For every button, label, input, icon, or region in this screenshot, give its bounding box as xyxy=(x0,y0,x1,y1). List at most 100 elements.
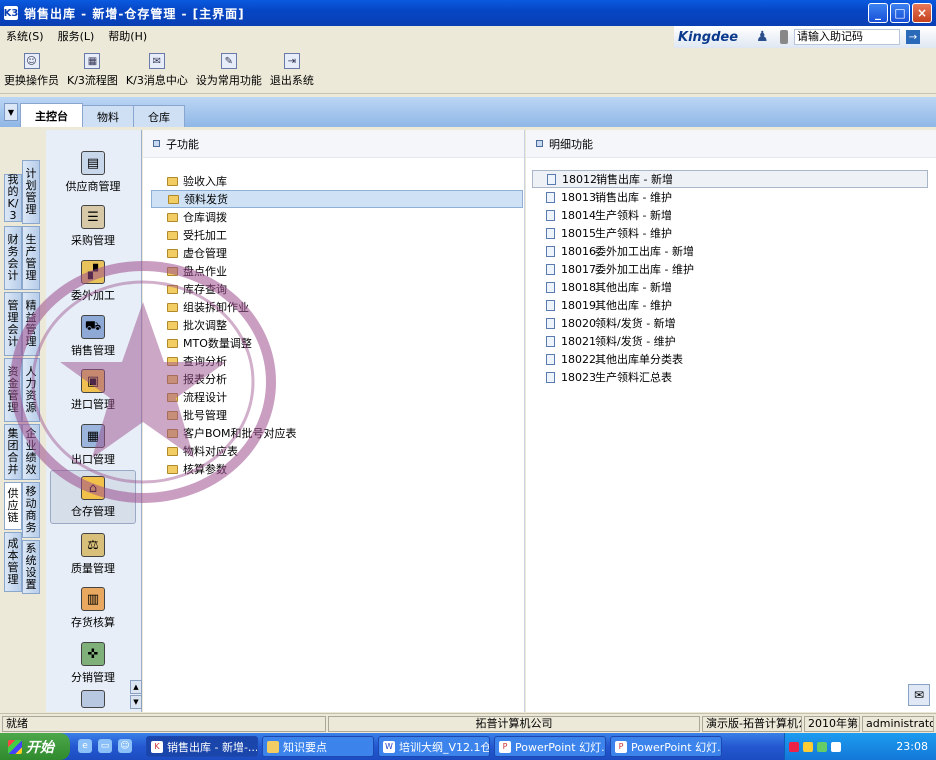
detail-function-item[interactable]: 18014 生产领料 - 新增 xyxy=(532,206,928,224)
go-arrow-icon[interactable]: → xyxy=(906,30,920,44)
vtab-cost[interactable]: 成本管理 xyxy=(4,532,22,592)
detail-function-item[interactable]: 18013 销售出库 - 维护 xyxy=(532,188,928,206)
vtab-planning[interactable]: 计划管理 xyxy=(22,160,40,224)
folder-icon xyxy=(167,392,178,402)
menu-service[interactable]: 服务(L) xyxy=(58,28,95,44)
set-favorite-button[interactable]: ✎ 设为常用功能 xyxy=(196,53,262,88)
menu-system[interactable]: 系统(S) xyxy=(6,28,44,44)
sub-function-item[interactable]: 核算参数 xyxy=(151,460,523,478)
sub-function-item[interactable]: 盘点作业 xyxy=(151,262,523,280)
taskbar-item-powerpoint-1[interactable]: P PowerPoint 幻灯... xyxy=(494,736,606,757)
maximize-button[interactable]: □ xyxy=(890,3,910,23)
tray-notify-icon[interactable] xyxy=(803,741,813,752)
warehouse-icon: ⌂ xyxy=(81,476,105,500)
module-next-partial[interactable] xyxy=(50,690,136,712)
sub-function-item[interactable]: 客户BOM和批号对应表 xyxy=(151,424,523,442)
sub-function-item[interactable]: 库存查询 xyxy=(151,280,523,298)
close-button[interactable]: × xyxy=(912,3,932,23)
user-switch-icon: ☺ xyxy=(23,53,40,69)
sub-function-item[interactable]: 领料发货 xyxy=(151,190,523,208)
sub-function-item[interactable]: 组装拆卸作业 xyxy=(151,298,523,316)
taskbar-item-powerpoint-2[interactable]: P PowerPoint 幻灯... xyxy=(610,736,722,757)
detail-function-item[interactable]: 18015 生产领料 - 维护 xyxy=(532,224,928,242)
detail-function-item[interactable]: 18020 领料/发货 - 新增 xyxy=(532,314,928,332)
sub-function-item[interactable]: 查询分析 xyxy=(151,352,523,370)
vtab-hr[interactable]: 人力资源 xyxy=(22,358,40,422)
tray-network-icon[interactable] xyxy=(817,741,827,752)
sub-function-item[interactable]: 报表分析 xyxy=(151,370,523,388)
mnemonic-input[interactable]: 请输入助记码 xyxy=(794,29,900,45)
module-inventory-accounting[interactable]: ▥ 存货核算 xyxy=(50,580,136,634)
document-icon xyxy=(546,263,555,275)
brand-area: Kingdee ♟ 请输入助记码 → xyxy=(674,26,936,48)
sub-function-item[interactable]: 验收入库 xyxy=(151,172,523,190)
module-supplier[interactable]: ▤ 供应商管理 xyxy=(50,144,136,198)
sub-function-item[interactable]: MTO数量调整 xyxy=(151,334,523,352)
detail-function-item[interactable]: 18018 其他出库 - 新增 xyxy=(532,278,928,296)
detail-function-item[interactable]: 18016 委外加工出库 - 新增 xyxy=(532,242,928,260)
module-outsourcing[interactable]: ▞ 委外加工 xyxy=(50,253,136,307)
module-purchase[interactable]: ☰ 采购管理 xyxy=(50,198,136,252)
vtab-performance[interactable]: 企业绩效 xyxy=(22,424,40,480)
detail-function-item[interactable]: 18017 委外加工出库 - 维护 xyxy=(532,260,928,278)
sales-icon: ⛟ xyxy=(81,315,105,339)
detail-function-item[interactable]: 18023 生产领料汇总表 xyxy=(532,368,928,386)
vtab-system-settings[interactable]: 系统设置 xyxy=(22,540,40,594)
detail-function-item[interactable]: 18019 其他出库 - 维护 xyxy=(532,296,928,314)
vtab-lean[interactable]: 精益管理 xyxy=(22,292,40,356)
change-operator-button[interactable]: ☺ 更换操作员 xyxy=(4,53,59,88)
sub-function-item[interactable]: 流程设计 xyxy=(151,388,523,406)
vtab-financial-accounting[interactable]: 财务会计 xyxy=(4,226,22,290)
tab-material[interactable]: 物料 xyxy=(82,105,134,127)
sub-function-item[interactable]: 受托加工 xyxy=(151,226,523,244)
document-icon xyxy=(546,227,555,239)
vtab-mobile-commerce[interactable]: 移动商务 xyxy=(22,482,40,538)
tab-main-console[interactable]: 主控台 xyxy=(20,103,83,127)
detail-function-code: 18021 xyxy=(561,334,596,348)
scroll-down-icon[interactable]: ▼ xyxy=(130,695,142,709)
status-user: administrator xyxy=(862,716,934,732)
taskbar-item-training-outline[interactable]: W培训大纲_V12.1仓... xyxy=(378,736,490,757)
module-warehouse[interactable]: ⌂ 仓存管理 xyxy=(50,470,136,524)
module-import[interactable]: ▣ 进口管理 xyxy=(50,362,136,416)
tray-app-icon[interactable] xyxy=(789,741,799,752)
detail-function-item[interactable]: 18012 销售出库 - 新增 xyxy=(532,170,928,188)
tab-warehouse[interactable]: 仓库 xyxy=(133,105,185,127)
k3-icon: K xyxy=(151,740,163,753)
sub-function-item[interactable]: 批次调整 xyxy=(151,316,523,334)
taskbar-item-sales-out[interactable]: K 销售出库 - 新增-... xyxy=(146,736,258,757)
vtab-supply-chain[interactable]: 供应链 xyxy=(4,482,22,530)
module-scrollbar[interactable]: ▲ ▼ xyxy=(130,680,142,710)
taskbar-item-key-points[interactable]: 知识要点 xyxy=(262,736,374,757)
sub-function-item[interactable]: 批号管理 xyxy=(151,406,523,424)
flowchart-button[interactable]: ▦ K/3流程图 xyxy=(67,53,118,88)
message-center-button[interactable]: ✉ K/3消息中心 xyxy=(126,53,188,88)
sub-function-item[interactable]: 虚仓管理 xyxy=(151,244,523,262)
vtab-group-consolidation[interactable]: 集团合并 xyxy=(4,424,22,480)
sub-function-item[interactable]: 仓库调拨 xyxy=(151,208,523,226)
module-distribution[interactable]: ✜ 分销管理 xyxy=(50,635,136,689)
vtab-funds[interactable]: 资金管理 xyxy=(4,358,22,422)
document-icon xyxy=(546,317,555,329)
desktop-icon[interactable]: ▭ xyxy=(98,739,112,753)
tab-dropdown-icon[interactable]: ▼ xyxy=(4,103,18,121)
detail-function-item[interactable]: 18021 领料/发货 - 维护 xyxy=(532,332,928,350)
qq-icon[interactable]: ☺ xyxy=(118,739,132,753)
tray-volume-icon[interactable] xyxy=(831,741,841,752)
exit-system-button[interactable]: ⇥ 退出系统 xyxy=(270,53,314,88)
ie-icon[interactable]: e xyxy=(78,739,92,753)
vtab-management-accounting[interactable]: 管理会计 xyxy=(4,292,22,356)
module-export[interactable]: ▦ 出口管理 xyxy=(50,417,136,471)
folder-icon xyxy=(167,338,178,348)
menu-help[interactable]: 帮助(H) xyxy=(108,28,147,44)
module-quality[interactable]: ⚖ 质量管理 xyxy=(50,526,136,580)
module-sales[interactable]: ⛟ 销售管理 xyxy=(50,308,136,362)
start-button[interactable]: 开始 xyxy=(0,733,70,760)
minimize-button[interactable]: _ xyxy=(868,3,888,23)
vtab-my-k3[interactable]: 我的K/3 xyxy=(4,174,22,222)
sub-function-item[interactable]: 物料对应表 xyxy=(151,442,523,460)
detail-function-item[interactable]: 18022 其他出库单分类表 xyxy=(532,350,928,368)
vtab-production[interactable]: 生产管理 xyxy=(22,226,40,290)
mail-icon[interactable]: ✉ xyxy=(908,684,930,706)
scroll-up-icon[interactable]: ▲ xyxy=(130,680,142,694)
